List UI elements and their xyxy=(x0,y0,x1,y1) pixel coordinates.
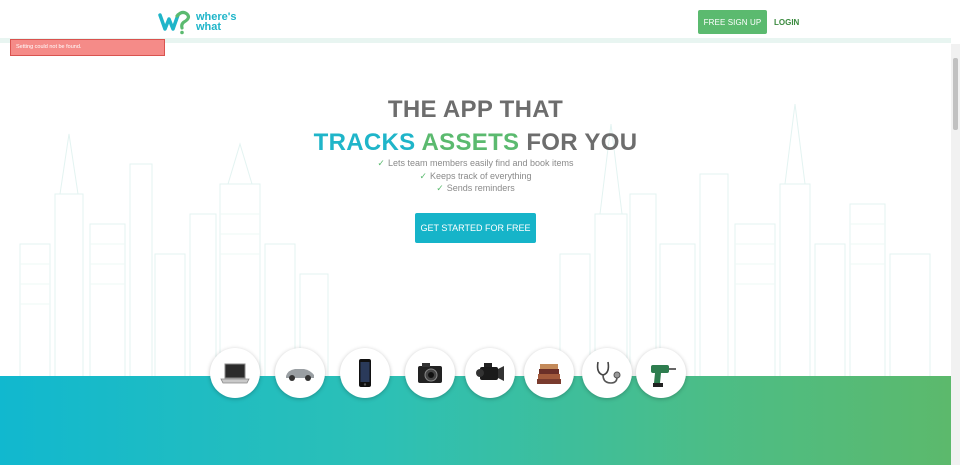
logo[interactable]: where's what xyxy=(158,9,237,35)
hero-title-for-you: FOR YOU xyxy=(526,129,638,156)
video-camera-icon xyxy=(465,348,515,398)
books-icon xyxy=(524,348,574,398)
hero-title-line2: TRACKS ASSETS FOR YOU xyxy=(0,129,951,157)
check-icon: ✓ xyxy=(377,158,385,168)
logo-icon xyxy=(158,10,191,35)
hero-title-line1: THE APP THAT xyxy=(387,96,564,123)
hero-title-assets: ASSETS xyxy=(421,129,520,156)
check-icon: ✓ xyxy=(419,170,427,181)
check-icon: ✓ xyxy=(436,183,444,193)
get-started-button[interactable]: GET STARTED FOR FREE xyxy=(415,213,536,243)
feature-list: ✓ Lets team members easily find and book … xyxy=(0,157,951,195)
logo-line2: what xyxy=(196,21,222,33)
city-skyline-background xyxy=(19,103,931,379)
free-signup-button[interactable]: FREE SIGN UP xyxy=(698,10,767,34)
feature-item: ✓ Sends reminders xyxy=(436,183,515,193)
hero-title-tracks: TRACKS xyxy=(313,129,416,156)
error-alert: Setting could not be found. xyxy=(10,39,165,56)
car-icon xyxy=(275,348,325,398)
laptop-icon xyxy=(210,348,260,398)
logo-text: where's what xyxy=(196,12,237,33)
drill-icon xyxy=(636,348,686,398)
camera-icon xyxy=(405,348,455,398)
feature-item: ✓ Keeps track of everything xyxy=(419,170,532,181)
feature-item: ✓ Lets team members easily find and book … xyxy=(377,158,574,168)
stethoscope-icon xyxy=(582,348,632,398)
scrollbar-thumb[interactable] xyxy=(953,58,958,130)
login-link[interactable]: LOGIN xyxy=(774,10,799,34)
phone-icon xyxy=(340,348,390,398)
